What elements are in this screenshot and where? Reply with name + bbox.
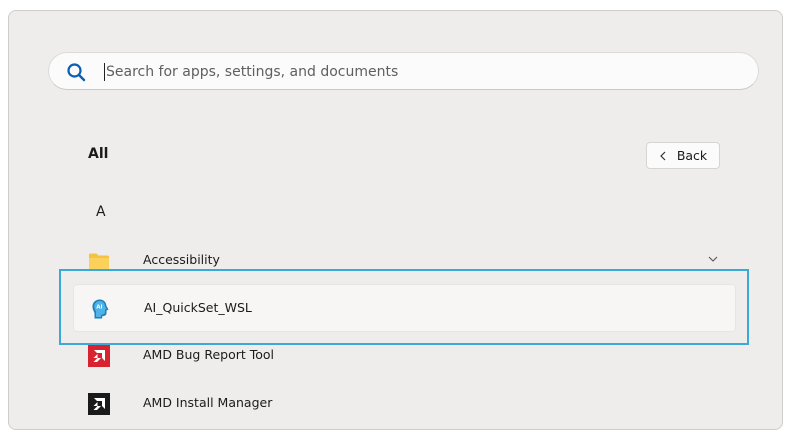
app-item-accessibility[interactable]: Accessibility: [73, 237, 736, 285]
start-menu-all-apps-panel: All Back A Accessibility AI AI_QuickSet_…: [8, 10, 783, 430]
app-item-amd-bug-report-tool[interactable]: AMD Bug Report Tool: [73, 332, 736, 380]
svg-text:AI: AI: [96, 305, 102, 311]
ai-quickset-app-icon: AI: [92, 299, 109, 319]
app-item-label: Accessibility: [143, 252, 220, 267]
app-item-label: AI_QuickSet_WSL: [144, 300, 252, 315]
back-button[interactable]: Back: [646, 142, 720, 169]
chevron-left-icon: [659, 151, 666, 160]
app-item-label: AMD Bug Report Tool: [143, 347, 275, 362]
folder-icon: [89, 253, 109, 270]
amd-install-manager-icon: [88, 393, 110, 415]
search-icon: [67, 63, 86, 82]
app-item-label: AMD Install Manager: [143, 395, 273, 410]
app-item-amd-install-manager[interactable]: AMD Install Manager: [73, 380, 736, 428]
section-title: All: [88, 146, 109, 162]
chevron-down-icon[interactable]: [708, 256, 718, 262]
group-letter-a: A: [96, 204, 106, 220]
amd-bug-report-icon: [88, 345, 110, 367]
back-button-label: Back: [676, 148, 708, 163]
search-input[interactable]: [106, 58, 726, 86]
search-box[interactable]: [48, 52, 759, 90]
app-item-ai-quickset-wsl[interactable]: AI AI_QuickSet_WSL: [73, 284, 736, 332]
text-cursor: [104, 63, 105, 81]
